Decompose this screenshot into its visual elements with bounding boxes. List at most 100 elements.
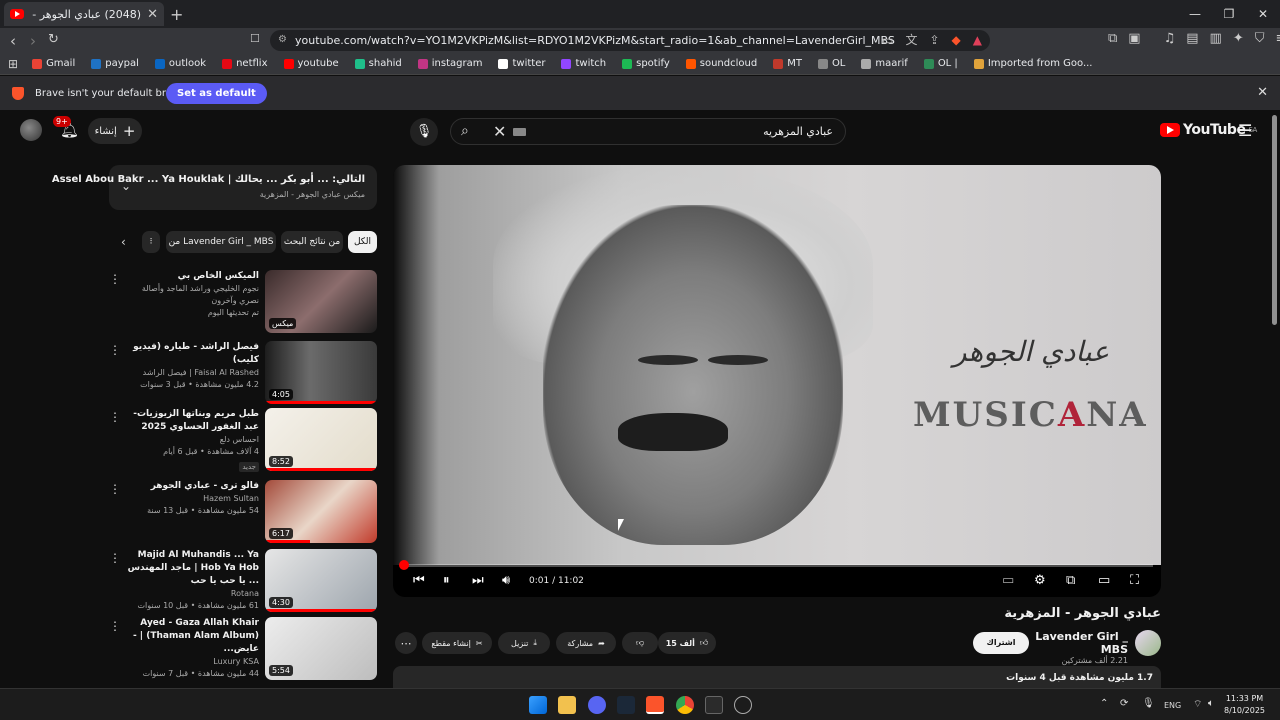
clear-search-icon[interactable]: ✕ [493, 122, 506, 141]
scrubber-handle[interactable] [399, 560, 409, 570]
recommendation-title[interactable]: طبل مريم وبناتها الزيوزيات- عبد الغفور ا… [125, 408, 259, 434]
create-button[interactable]: إنشاء + [88, 118, 142, 144]
more-options-icon[interactable]: ⋮ [109, 410, 121, 424]
channel-name[interactable]: Lavender Girl _ MBS [1030, 630, 1128, 656]
vpn-icon[interactable]: ⛉ [1255, 31, 1265, 46]
brave-taskbar-icon[interactable] [646, 696, 664, 714]
avatar[interactable] [20, 119, 42, 141]
wifi-icon[interactable]: ⌔ [1193, 698, 1202, 711]
volume-icon[interactable]: 🔊︎ [502, 573, 510, 588]
fullscreen-icon[interactable]: ⛶ [1130, 573, 1139, 588]
forward-icon[interactable]: › [30, 32, 36, 50]
dislike-button[interactable]: 👎︎ [622, 632, 658, 654]
recommendation-item[interactable]: 8:52 طبل مريم وبناتها الزيوزيات- عبد الغف… [109, 408, 377, 472]
minimize-button[interactable]: — [1178, 0, 1212, 28]
chevron-left-icon[interactable]: ‹ [121, 235, 126, 249]
screenshot-icon[interactable]: ▣ [1128, 31, 1140, 46]
search-box[interactable]: ⌕ ✕ عبادي المزهريه [450, 118, 846, 145]
close-window-button[interactable]: ✕ [1246, 0, 1280, 28]
translate-icon[interactable]: 文 [905, 30, 917, 51]
bookmark-icon[interactable]: ☐ [250, 32, 260, 45]
recommendation-title[interactable]: Ayed - Gaza Allah Khair (Thaman Alam Alb… [125, 617, 259, 656]
sidebar-icon[interactable]: ▤ [1186, 31, 1198, 46]
site-info-icon[interactable]: ⚙ [278, 34, 287, 45]
bookmark-item[interactable]: spotify [614, 58, 678, 69]
download-button[interactable]: تنزيل ⤓ [498, 632, 550, 654]
subscribe-button[interactable]: اشتراك [973, 632, 1029, 654]
channel-avatar[interactable] [1135, 630, 1161, 656]
brave-shield-icon[interactable]: ◆ [952, 30, 961, 51]
music-icon[interactable]: ♫ [1164, 31, 1176, 46]
miniplayer-icon[interactable]: ⧉ [1066, 573, 1075, 588]
terminal-icon[interactable] [705, 696, 723, 714]
steam-icon[interactable] [617, 696, 635, 714]
settings-app-icon[interactable] [734, 696, 752, 714]
recommendation-title[interactable]: الميكس الخاص بي [125, 270, 259, 283]
brave-rewards-icon[interactable]: ▲ [973, 30, 982, 51]
description-box[interactable]: 1.7 مليون مشاهدة قبل 4 سنوات [393, 666, 1161, 690]
extensions-icon[interactable]: ⧉ [1108, 31, 1117, 46]
back-icon[interactable]: ‹ [10, 32, 16, 50]
more-options-icon[interactable]: ⋮ [109, 551, 121, 565]
chip-overflow[interactable]: ⁝ [142, 231, 160, 253]
recommendation-item[interactable]: 4:05 فيصل الراشد - طياره (فيديو كليب) Fais… [109, 341, 377, 404]
share-icon[interactable]: ⇪ [929, 30, 939, 51]
chip-search-results[interactable]: من نتائج البحث [281, 231, 343, 253]
video-thumbnail[interactable]: 6:17 [265, 480, 377, 543]
bookmark-item[interactable]: soundcloud [678, 58, 765, 69]
file-explorer-icon[interactable] [558, 696, 576, 714]
video-frame[interactable]: عبادي الجوهر MUSICANA [393, 165, 1161, 565]
cast-icon[interactable]: ▭ [882, 30, 893, 51]
chip-all[interactable]: الكل [348, 231, 377, 253]
bookmark-item[interactable]: outlook [147, 58, 214, 69]
video-player[interactable]: عبادي الجوهر MUSICANA ⏮ ⏸ ⏭ 🔊︎ 0:01 / 11… [393, 165, 1161, 597]
bookmark-item[interactable]: Imported from Goo... [966, 58, 1101, 69]
system-clock[interactable]: 11:33 PM 8/10/2025 [1224, 693, 1265, 717]
search-icon[interactable]: ⌕ [461, 123, 469, 139]
more-options-icon[interactable]: ⋮ [109, 272, 121, 286]
guide-menu-icon[interactable]: ☰ [1238, 121, 1252, 140]
bookmark-item[interactable]: instagram [410, 58, 491, 69]
close-notice-icon[interactable]: ✕ [1257, 85, 1268, 100]
keyboard-icon[interactable] [513, 128, 526, 136]
voice-search-icon[interactable]: 🎙︎ [410, 118, 438, 146]
progress-bar[interactable] [401, 564, 1153, 567]
input-language[interactable]: ENG [1164, 701, 1181, 710]
tray-chevron-icon[interactable]: ⌃ [1100, 698, 1108, 709]
bookmark-item[interactable]: twitch [553, 58, 614, 69]
set-as-default-button[interactable]: Set as default [166, 83, 267, 104]
previous-icon[interactable]: ⏮ [413, 573, 425, 588]
recommendation-item[interactable]: 5:54 Ayed - Gaza Allah Khair (Thaman Alam… [109, 617, 377, 680]
pause-icon[interactable]: ⏸ [443, 573, 450, 588]
bookmark-item[interactable]: netflix [214, 58, 275, 69]
recommendation-item[interactable]: 4:30 Majid Al Muhandis ... Ya Hob Ya Hob … [109, 549, 377, 612]
recommendation-item[interactable]: 6:17 فالو ترى - عبادي الجوهر Hazem Sultan 5… [109, 480, 377, 543]
chip-channel[interactable]: من Lavender Girl _ MBS [166, 231, 276, 253]
share-button[interactable]: مشاركة ➦ [556, 632, 616, 654]
close-tab-icon[interactable]: ✕ [147, 7, 158, 22]
speaker-icon[interactable]: 🔈︎ [1208, 698, 1214, 709]
recommendation-item[interactable]: ميكس الميكس الخاص بي نجوم الخليجي وراشد ال… [109, 270, 377, 333]
reload-icon[interactable]: ↻ [48, 32, 59, 47]
leo-ai-icon[interactable]: ✦ [1233, 31, 1244, 46]
mix-playlist-header[interactable]: ⌄ التالي: ... أبو بكر ... يحالك | Assel … [52, 165, 377, 210]
tray-sync-icon[interactable]: ⟳ [1120, 698, 1128, 709]
recommendation-title[interactable]: فالو ترى - عبادي الجوهر [125, 480, 259, 493]
video-thumbnail[interactable]: ميكس [265, 270, 377, 333]
video-thumbnail[interactable]: 8:52 [265, 408, 377, 471]
search-input[interactable]: عبادي المزهريه [763, 125, 833, 138]
more-options-icon[interactable]: ⋮ [109, 482, 121, 496]
bookmark-item[interactable]: twitter [490, 58, 553, 69]
more-options-icon[interactable]: ⋮ [109, 619, 121, 633]
theater-mode-icon[interactable]: ▭ [1098, 573, 1110, 588]
address-bar[interactable]: ⚙ youtube.com/watch?v=YO1M2VKPizM&list=R… [270, 30, 990, 51]
page-scrollbar[interactable] [1272, 115, 1277, 325]
bookmark-item[interactable]: Gmail [24, 58, 83, 69]
bookmark-item[interactable]: maarif [853, 58, 915, 69]
windows-start-icon[interactable] [529, 696, 547, 714]
apps-grid-icon[interactable]: ⊞ [8, 57, 18, 71]
recommendation-title[interactable]: فيصل الراشد - طياره (فيديو كليب) [125, 341, 259, 367]
bookmark-item[interactable]: OL | [916, 58, 966, 69]
menu-icon[interactable]: ≡ [1276, 31, 1280, 46]
bookmark-item[interactable]: MT [765, 58, 810, 69]
